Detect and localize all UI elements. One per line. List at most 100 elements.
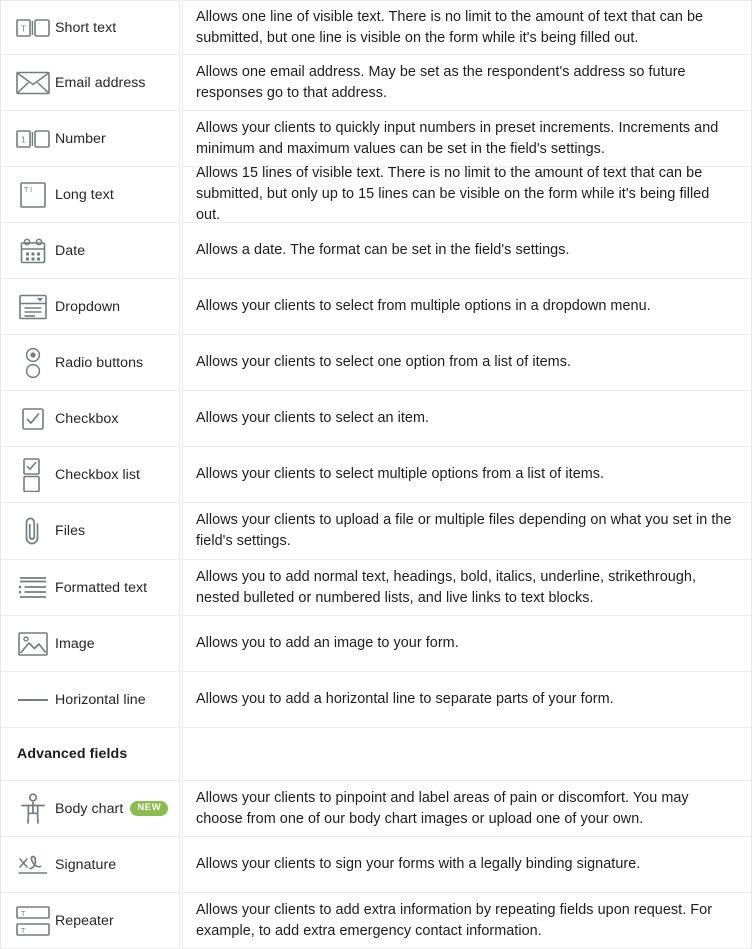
field-type-row: T T Repeater Allows your clients to add ext… (0, 893, 752, 949)
field-description-cell: Allows a date. The format can be set in … (182, 223, 752, 279)
field-type-label: Horizontal line (55, 691, 146, 708)
field-type-row: Checkbox list Allows your clients to sele… (0, 447, 752, 503)
field-name-cell[interactable]: Formatted text (0, 560, 180, 616)
field-name-cell[interactable]: T T Repeater (0, 893, 180, 949)
field-description-text: Allows your clients to select multiple o… (196, 466, 605, 482)
field-type-row: T I Long text Allows 15 lines of visible t… (0, 165, 752, 223)
field-label-holder: Radio buttons (55, 355, 143, 371)
formatted-text-icon (11, 576, 55, 600)
field-name-cell[interactable]: Horizontal line (0, 672, 180, 728)
long-text-icon: T I (11, 181, 55, 208)
field-name-cell[interactable]: Image (0, 616, 180, 672)
field-name-cell[interactable]: Checkbox list (0, 447, 180, 503)
field-type-row: Horizontal line Allows you to add a horiz… (0, 672, 752, 728)
field-name-cell[interactable]: 1 Number (0, 111, 180, 167)
svg-text:T I: T I (24, 187, 32, 194)
short-text-icon: T (11, 18, 55, 37)
field-type-label: Checkbox list (55, 466, 141, 483)
field-description-cell: Allows one line of visible text. There i… (182, 0, 752, 55)
paperclip-icon (11, 516, 55, 546)
field-type-row: Dropdown Allows your clients to select fr… (0, 279, 752, 335)
field-name-cell[interactable]: Signature (0, 837, 180, 893)
field-type-label: Email address (55, 74, 146, 91)
dropdown-icon (11, 294, 55, 320)
field-description-cell: Allows your clients to select an item. (182, 391, 752, 447)
field-description-text: Allows one email address. May be set as … (196, 63, 686, 101)
field-label-holder: Image (55, 636, 95, 652)
svg-text:T: T (21, 911, 26, 918)
field-label-holder: Dropdown (55, 299, 120, 315)
field-description-text: Allows your clients to sign your forms w… (196, 856, 641, 872)
calendar-icon (11, 238, 55, 264)
svg-text:1: 1 (21, 135, 26, 144)
field-description-cell: Allows your clients to add extra informa… (182, 893, 752, 949)
checkbox-list-icon (11, 457, 55, 492)
field-description-text: Allows your clients to select one option… (196, 354, 572, 370)
section-title: Advanced fields (17, 746, 128, 762)
field-type-label: Dropdown (55, 298, 121, 315)
field-type-row: Body chart NEW Allows your clients to pinp… (0, 781, 752, 837)
field-type-label: Formatted text (55, 579, 148, 596)
field-name-cell[interactable]: Files (0, 503, 180, 560)
field-type-label: Files (55, 523, 86, 539)
field-description-text: Allows your clients to upload a file or … (196, 512, 732, 549)
field-label-holder: Checkbox (55, 411, 119, 427)
checkbox-icon (11, 407, 55, 430)
field-name-cell[interactable]: T I Long text (0, 167, 180, 223)
field-label-holder: Number (55, 131, 106, 147)
field-type-label: Long text (55, 186, 114, 203)
field-label-holder: Formatted text (55, 580, 147, 596)
field-type-row: Signature Allows your clients to sign you… (0, 837, 752, 893)
field-name-cell[interactable]: T Short text (0, 0, 180, 55)
field-description-cell: Allows 15 lines of visible text. There i… (182, 165, 752, 223)
field-name-cell[interactable]: Date (0, 223, 180, 279)
svg-text:T: T (21, 928, 26, 935)
field-type-label: Radio buttons (55, 354, 144, 371)
field-type-row: Radio buttons Allows your clients to sele… (0, 335, 752, 391)
new-badge: NEW (130, 801, 169, 816)
field-types-reference-table: T Short text Allows one line of visible te… (0, 0, 752, 949)
svg-text:T: T (21, 24, 26, 33)
signature-icon (11, 853, 55, 877)
field-description-text: Allows 15 lines of visible text. There i… (196, 165, 710, 223)
field-label-holder: Email address (55, 75, 146, 91)
section-header-row: Advanced fields (0, 728, 752, 781)
field-description-cell: Allows your clients to select from multi… (182, 279, 752, 335)
field-name-cell[interactable]: Dropdown (0, 279, 180, 335)
field-description-cell: Allows you to add normal text, headings,… (182, 560, 752, 616)
field-label-holder: Repeater (55, 913, 114, 929)
number-icon: 1 (11, 129, 55, 148)
field-description-text: Allows your clients to pinpoint and labe… (196, 789, 689, 827)
field-label-holder: Short text (55, 20, 116, 36)
repeater-icon: TT (11, 905, 55, 937)
horizontal-line-icon (11, 695, 55, 705)
field-type-label: Number (55, 130, 106, 147)
field-type-row: Image Allows you to add an image to your … (0, 616, 752, 672)
field-description-text: Allows a date. The format can be set in … (196, 242, 570, 258)
field-type-row: 1 Number Allows your clients to quickly in… (0, 111, 752, 167)
field-name-cell[interactable]: Email address (0, 55, 180, 111)
field-label-holder: Body chart NEW (55, 800, 169, 817)
field-type-label: Signature (55, 856, 117, 873)
field-label-holder: Checkbox list (55, 467, 140, 483)
fields-table: T Short text Allows one line of visible te… (0, 0, 752, 949)
section-label-cell: Advanced fields (0, 728, 180, 781)
field-type-label: Body chart (55, 800, 124, 817)
radio-buttons-icon (11, 347, 55, 379)
field-name-cell[interactable]: Body chart NEW (0, 781, 180, 837)
body-chart-icon (11, 792, 55, 825)
field-label-holder: Signature (55, 857, 116, 873)
field-type-label: Repeater (55, 912, 114, 929)
field-description-text: Allows your clients to select an item. (196, 410, 430, 426)
field-description-cell: Allows your clients to select one option… (182, 335, 752, 391)
field-description-text: Allows you to add an image to your form. (196, 635, 459, 651)
field-type-row: T Short text Allows one line of visible te… (0, 0, 752, 55)
field-description-text: Allows your clients to add extra informa… (196, 901, 713, 939)
field-description-cell (182, 728, 752, 781)
field-label-holder: Long text (55, 187, 114, 203)
field-label-holder: Date (55, 243, 85, 259)
field-name-cell[interactable]: Checkbox (0, 391, 180, 447)
field-description-text: Allows you to add a horizontal line to s… (196, 691, 614, 707)
field-name-cell[interactable]: Radio buttons (0, 335, 180, 391)
field-type-label: Checkbox (55, 410, 119, 427)
